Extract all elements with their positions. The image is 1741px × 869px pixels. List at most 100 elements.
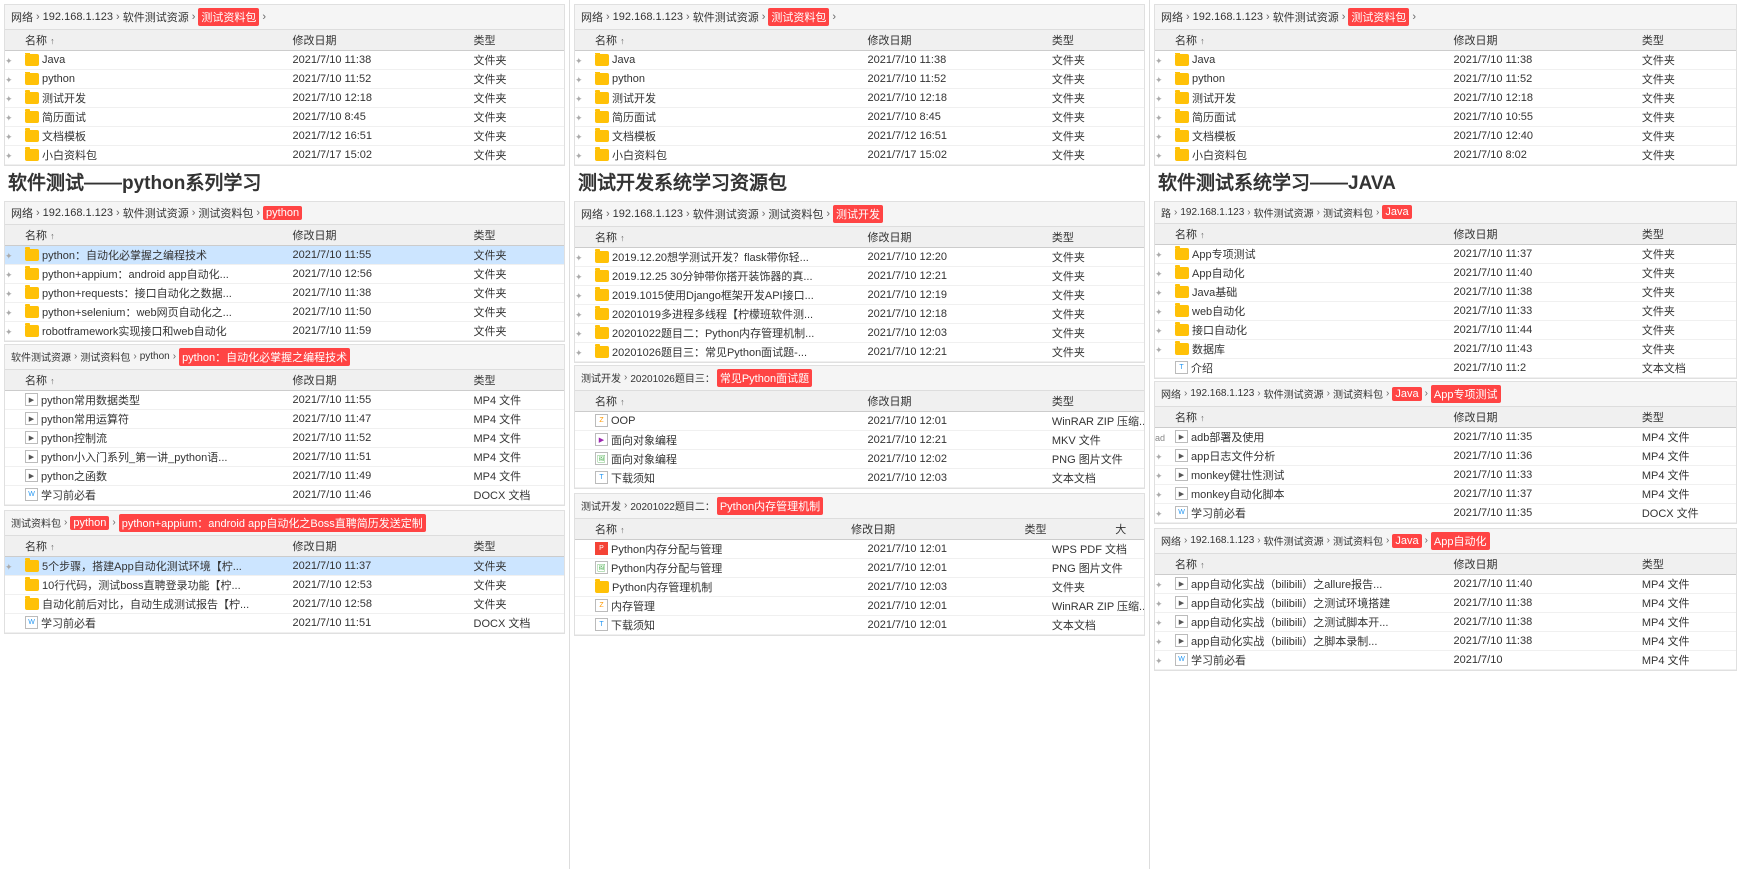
bc-bot-highlight[interactable]: python：自动化必掌握之编程技术 — [179, 348, 350, 366]
table-row[interactable]: ✦python+requests：接口自动化之数据...2021/7/10 11… — [5, 284, 564, 303]
table-row[interactable]: PPython内存分配与管理2021/7/10 12:01WPS PDF 文档 — [575, 540, 1144, 559]
table-row[interactable]: ✦小白资料包2021/7/17 15:02文件夹 — [5, 146, 564, 165]
mid-bot2-table: 名称 ↑ 修改日期 类型 大 PPython内存分配与管理2021/7/10 1… — [575, 519, 1144, 635]
table-row[interactable]: ▶python常用数据类型2021/7/10 11:55MP4 文件 — [5, 391, 564, 410]
txt-icon: T — [1175, 361, 1188, 374]
folder-icon — [1175, 248, 1189, 260]
table-row[interactable]: ✦测试开发2021/7/10 12:18文件夹 — [5, 89, 564, 108]
txt-icon: T — [595, 471, 608, 484]
txt-icon: T — [595, 618, 608, 631]
bc-mid-bot-hl[interactable]: 常见Python面试题 — [717, 369, 812, 387]
table-row[interactable]: ✦python2021/7/10 11:52文件夹 — [575, 70, 1144, 89]
table-row[interactable]: 10行代码，测试boss直聘登录功能【柠...2021/7/10 12:53文件… — [5, 576, 564, 595]
bc-appium-hl[interactable]: python+appium：android app自动化之Boss直聘简历发送定… — [119, 514, 426, 532]
folder-icon — [25, 149, 39, 161]
bc-java3-hl[interactable]: Java — [1392, 534, 1421, 548]
bc-java2-hl[interactable]: Java — [1392, 387, 1421, 401]
docx-icon: W — [1175, 506, 1188, 519]
table-row[interactable]: W学习前必看2021/7/10 11:46DOCX 文档 — [5, 486, 564, 505]
right-column: 网络 › 192.168.1.123 › 软件测试资源 › 测试资料包 › 名称… — [1150, 0, 1741, 869]
bc-mid-bot2-hl[interactable]: Python内存管理机制 — [717, 497, 823, 515]
table-row[interactable]: ✦20201026题目三：常见Python面试题-...2021/7/10 12… — [575, 343, 1144, 362]
bc-pkg-highlight[interactable]: 测试资料包 — [198, 8, 259, 26]
table-row[interactable]: ✦App自动化2021/7/10 11:40文件夹 — [1155, 264, 1736, 283]
table-row[interactable]: ✦▶app日志文件分析2021/7/10 11:36MP4 文件 — [1155, 447, 1736, 466]
folder-icon — [25, 54, 39, 66]
folder-icon — [1175, 343, 1189, 355]
table-row[interactable]: W学习前必看2021/7/10 11:51DOCX 文档 — [5, 614, 564, 633]
table-row[interactable]: ✦小白资料包2021/7/10 8:02文件夹 — [1155, 146, 1736, 165]
left-top-table: 名称 ↑ 修改日期 类型 ✦Java2021/7/10 11:38文件夹 ✦py… — [5, 30, 564, 165]
table-row[interactable]: ✦测试开发2021/7/10 12:18文件夹 — [1155, 89, 1736, 108]
table-row[interactable]: Z内存管理2021/7/10 12:01WinRAR ZIP 压缩... — [575, 597, 1144, 616]
table-row[interactable]: ✦接口自动化2021/7/10 11:44文件夹 — [1155, 321, 1736, 340]
table-row[interactable]: ZOOP2021/7/10 12:01WinRAR ZIP 压缩... — [575, 412, 1144, 431]
table-row[interactable]: ✦W学习前必看2021/7/10MP4 文件 — [1155, 651, 1736, 670]
right-bot-block: 网络 › 192.168.1.123 › 软件测试资源 › 测试资料包 › Ja… — [1154, 381, 1737, 524]
table-row[interactable]: ✦5个步骤，搭建App自动化测试环境【柠...2021/7/10 11:37文件… — [5, 557, 564, 576]
bc-mid-dev-hl[interactable]: 测试开发 — [833, 205, 883, 223]
table-row[interactable]: ✦robotframework实现接口和web自动化2021/7/10 11:5… — [5, 322, 564, 341]
table-row[interactable]: ✦python+selenium：web网页自动化之...2021/7/10 1… — [5, 303, 564, 322]
table-row[interactable]: ✦▶app自动化实战（bilibili）之allure报告...2021/7/1… — [1155, 575, 1736, 594]
table-row[interactable]: T下载须知2021/7/10 12:01文本文档 — [575, 616, 1144, 635]
bc-right-pkg[interactable]: 测试资料包 — [1348, 8, 1409, 26]
col-date: 修改日期 — [289, 225, 470, 245]
table-row[interactable]: ▶python小入门系列_第一讲_python语...2021/7/10 11:… — [5, 448, 564, 467]
table-row[interactable]: ✦文档模板2021/7/12 16:51文件夹 — [575, 127, 1144, 146]
table-row[interactable]: ✦python2021/7/10 11:52文件夹 — [5, 70, 564, 89]
mid-bot-block: 测试开发 › 20201026题目三： 常见Python面试题 名称 ↑ 修改日… — [574, 365, 1145, 489]
table-row[interactable]: ✦Java2021/7/10 11:38文件夹 — [575, 51, 1144, 70]
bc-java-hl[interactable]: Java — [1382, 205, 1411, 219]
table-row[interactable]: ✦▶app自动化实战（bilibili）之测试环境搭建2021/7/10 11:… — [1155, 594, 1736, 613]
bc-apptest-hl[interactable]: App专项测试 — [1431, 385, 1501, 403]
table-row[interactable]: ✦▶app自动化实战（bilibili）之测试脚本开...2021/7/10 1… — [1155, 613, 1736, 632]
table-row[interactable]: ✦▶app自动化实战（bilibili）之脚本录制...2021/7/10 11… — [1155, 632, 1736, 651]
table-row[interactable]: ✦W学习前必看2021/7/10 11:35DOCX 文件 — [1155, 504, 1736, 523]
table-row[interactable]: ▶python之函数2021/7/10 11:49MP4 文件 — [5, 467, 564, 486]
folder-icon — [595, 581, 609, 593]
bc-python2-hl[interactable]: python — [70, 516, 109, 530]
table-row[interactable]: ▶面向对象编程2021/7/10 12:21MKV 文件 — [575, 431, 1144, 450]
table-row[interactable]: ✦Java基础2021/7/10 11:38文件夹 — [1155, 283, 1736, 302]
table-row[interactable]: ✦测试开发2021/7/10 12:18文件夹 — [575, 89, 1144, 108]
table-row[interactable]: ✦Java2021/7/10 11:38文件夹 — [1155, 51, 1736, 70]
table-row[interactable]: 🖼面向对象编程2021/7/10 12:02PNG 图片文件 — [575, 450, 1144, 469]
table-row[interactable]: 自动化前后对比，自动生成测试报告【柠...2021/7/10 12:58文件夹 — [5, 595, 564, 614]
table-row[interactable]: ▶python控制流2021/7/10 11:52MP4 文件 — [5, 429, 564, 448]
table-row[interactable]: ad▶adb部署及使用2021/7/10 11:35MP4 文件 — [1155, 428, 1736, 447]
table-row[interactable]: ✦简历面试2021/7/10 8:45文件夹 — [575, 108, 1144, 127]
table-row[interactable]: ✦python：自动化必掌握之编程技术2021/7/10 11:55文件夹 — [5, 246, 564, 265]
folder-icon — [25, 130, 39, 142]
table-row[interactable]: T下载须知2021/7/10 12:03文本文档 — [575, 469, 1144, 488]
table-row[interactable]: ▶python常用运算符2021/7/10 11:47MP4 文件 — [5, 410, 564, 429]
table-row[interactable]: ✦20201022题目二：Python内存管理机制...2021/7/10 12… — [575, 324, 1144, 343]
table-row[interactable]: ✦简历面试2021/7/10 10:55文件夹 — [1155, 108, 1736, 127]
table-row[interactable]: ✦web自动化2021/7/10 11:33文件夹 — [1155, 302, 1736, 321]
table-row[interactable]: ✦文档模板2021/7/12 16:51文件夹 — [5, 127, 564, 146]
folder-icon — [25, 111, 39, 123]
folder-icon — [1175, 73, 1189, 85]
table-row[interactable]: ✦▶monkey自动化脚本2021/7/10 11:37MP4 文件 — [1155, 485, 1736, 504]
table-row[interactable]: ✦python2021/7/10 11:52文件夹 — [1155, 70, 1736, 89]
bc-res: 软件测试资源 — [123, 9, 189, 25]
table-row[interactable]: ✦Java2021/7/10 11:38文件夹 — [5, 51, 564, 70]
table-row[interactable]: ✦小白资料包2021/7/17 15:02文件夹 — [575, 146, 1144, 165]
bc-python-highlight[interactable]: python — [263, 206, 302, 220]
bc-mid-pkg[interactable]: 测试资料包 — [768, 8, 829, 26]
table-row[interactable]: ✦20201019多进程多线程【柠檬班软件测...2021/7/10 12:18… — [575, 305, 1144, 324]
table-row[interactable]: ✦python+appium：android app自动化...2021/7/1… — [5, 265, 564, 284]
table-row[interactable]: ✦文档模板2021/7/10 12:40文件夹 — [1155, 127, 1736, 146]
table-row[interactable]: ✦▶monkey健壮性测试2021/7/10 11:33MP4 文件 — [1155, 466, 1736, 485]
docx-icon: W — [25, 488, 38, 501]
table-row[interactable]: ✦2019.12.25 30分钟带你搭开装饰器的真...2021/7/10 12… — [575, 267, 1144, 286]
table-row[interactable]: Python内存管理机制2021/7/10 12:03文件夹 — [575, 578, 1144, 597]
table-row[interactable]: ✦2019.12.20想学测试开发？flask带你轻...2021/7/10 1… — [575, 248, 1144, 267]
table-row[interactable]: T介绍2021/7/10 11:2文本文档 — [1155, 359, 1736, 378]
table-row[interactable]: ✦简历面试2021/7/10 8:45文件夹 — [5, 108, 564, 127]
table-row[interactable]: ✦App专项测试2021/7/10 11:37文件夹 — [1155, 245, 1736, 264]
table-row[interactable]: ✦2019.1015使用Django框架开发API接口...2021/7/10 … — [575, 286, 1144, 305]
bc-appato-hl[interactable]: App自动化 — [1431, 532, 1490, 550]
table-row[interactable]: 🖼Python内存分配与管理2021/7/10 12:01PNG 图片文件 — [575, 559, 1144, 578]
table-row[interactable]: ✦数据库2021/7/10 11:43文件夹 — [1155, 340, 1736, 359]
